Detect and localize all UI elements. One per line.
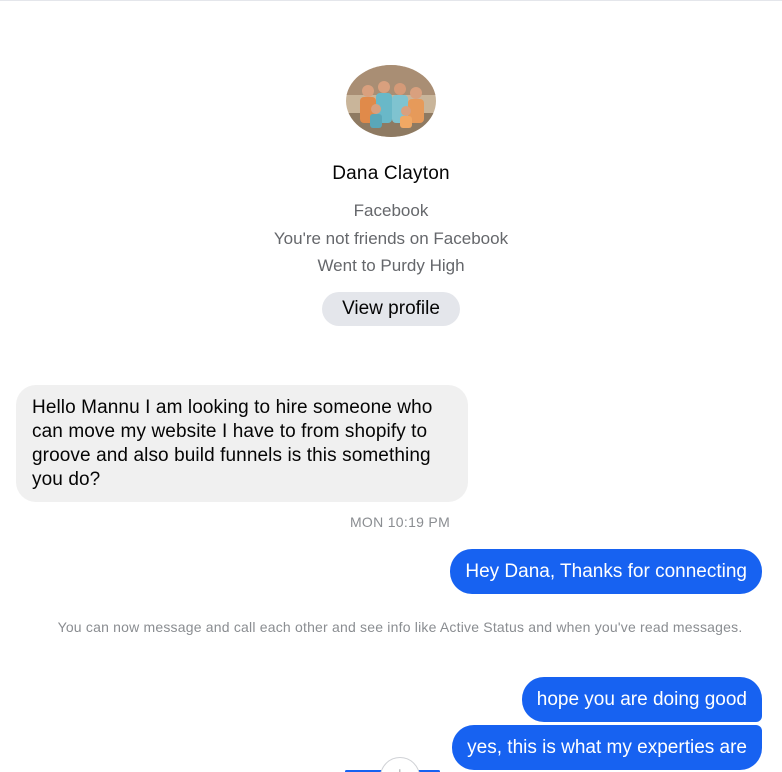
outgoing-message[interactable]: Hey Dana, Thanks for connecting <box>450 549 762 594</box>
contact-name: Dana Clayton <box>332 163 450 184</box>
outgoing-message[interactable]: yes, this is what my experties are <box>452 725 762 770</box>
contact-profile-header: Dana Clayton Facebook You're not friends… <box>0 1 782 326</box>
message-timestamp: MON 10:19 PM <box>349 514 451 530</box>
incoming-message[interactable]: Hello Mannu I am looking to hire someone… <box>16 385 468 502</box>
meta-friendship: You're not friends on Facebook <box>273 228 509 248</box>
arrow-down-icon: ↓ <box>396 764 404 772</box>
outgoing-message[interactable]: hope you are doing good <box>521 677 762 722</box>
meta-source: Facebook <box>353 201 429 220</box>
conversation-pane: Dana Clayton Facebook You're not friends… <box>0 0 782 772</box>
meta-education: Went to Purdy High <box>317 256 465 275</box>
contact-avatar[interactable] <box>346 65 436 137</box>
scroll-to-bottom-button[interactable]: ↓ <box>380 757 420 772</box>
contact-meta: Facebook You're not friends on Facebook … <box>274 197 508 280</box>
view-profile-button[interactable]: View profile <box>322 291 460 326</box>
avatar-group-photo-icon <box>346 65 436 137</box>
system-notice: You can now message and call each other … <box>57 619 743 635</box>
